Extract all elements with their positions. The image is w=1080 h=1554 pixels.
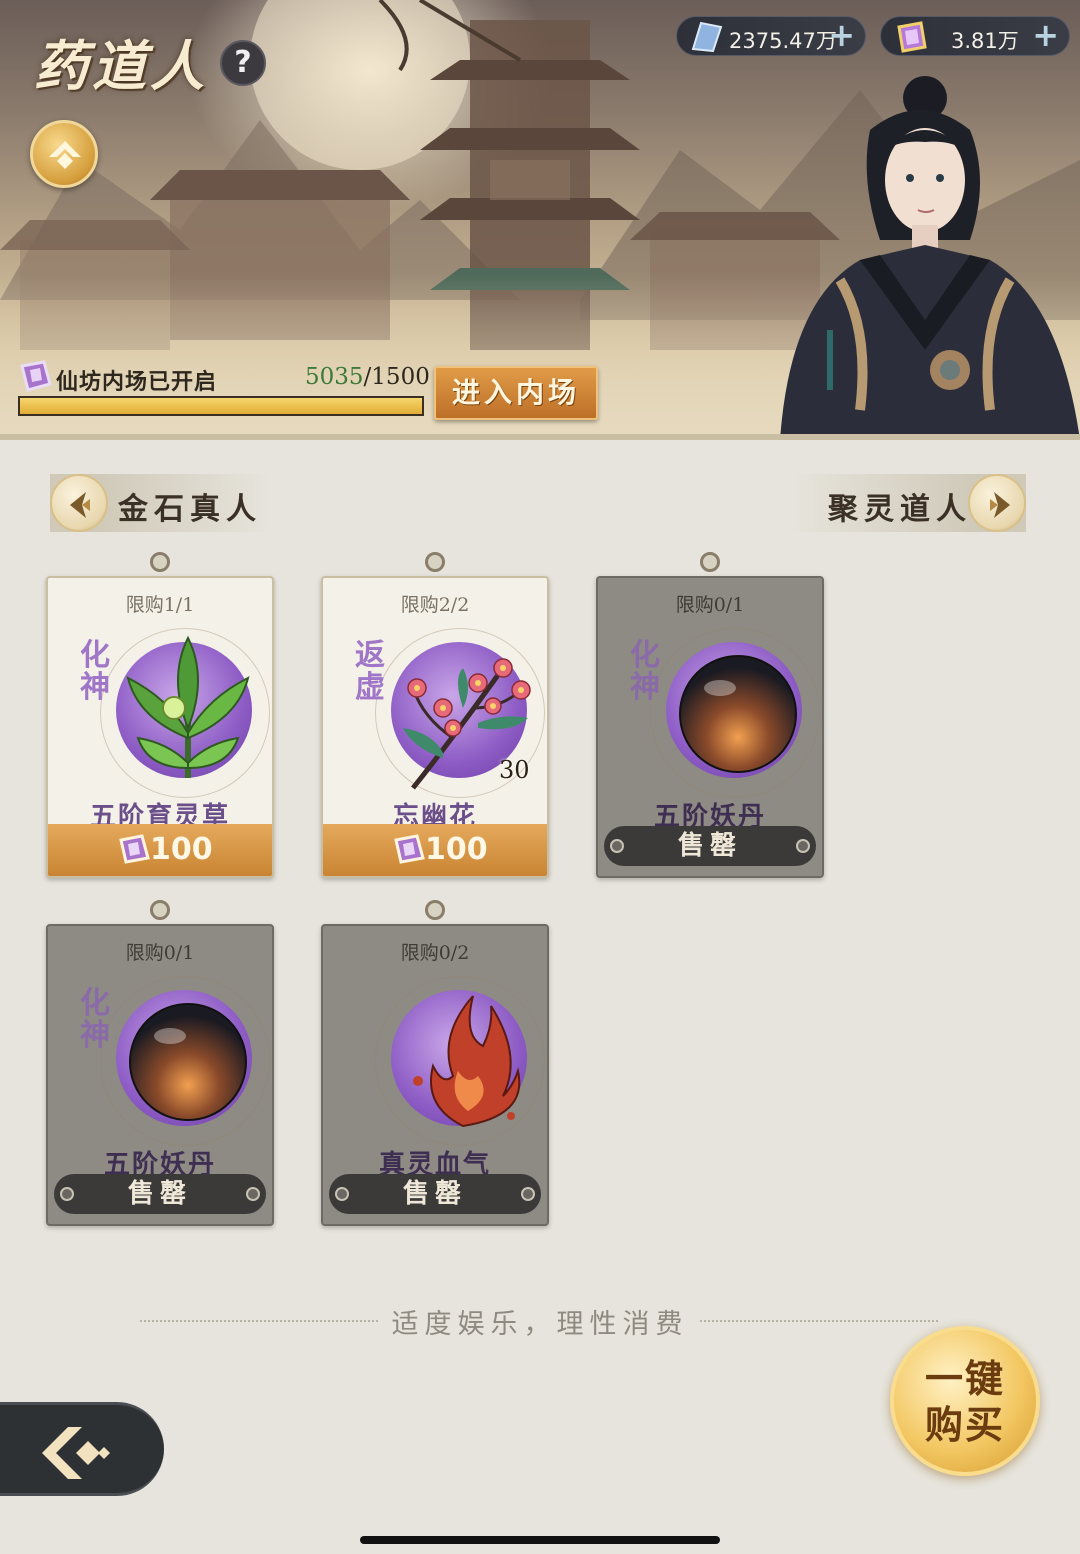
shop-item-card[interactable]: 限购1/1 化神 五阶育灵草 100 [46,552,274,878]
back-arrow-icon [42,1427,110,1479]
home-indicator [360,1536,720,1544]
item-tier: 化神 [80,638,110,705]
shop-item-card: 限购0/2 真灵血气 售罄 [321,900,549,1226]
prev-arrow-button[interactable] [50,474,108,532]
jade-token-icon [897,21,927,53]
item-price: 100 [150,832,213,867]
enter-inner-market-button[interactable]: 进入内场 [434,366,598,420]
buy-all-label-line1: 一键 [924,1356,1005,1401]
badge-dot [610,839,624,853]
currency-spirit-value: 2375.47万 [729,29,837,53]
shop-item-card: 限购0/1 化神 五阶妖丹 售罄 [46,900,274,1226]
badge-dot [60,1187,74,1201]
chevron-left-icon [70,492,90,518]
header-scene: 药道人 ? 2375.47万 + 3.81万 + 仙坊内场已开启 5035/15… [0,0,1080,440]
item-tier: 化神 [80,986,110,1053]
demon-core-icon [679,655,797,773]
buy-all-button[interactable]: 一键 购买 [890,1326,1040,1476]
card-frame: 限购0/2 真灵血气 售罄 [321,924,549,1226]
card-frame: 限购1/1 化神 五阶育灵草 100 [46,576,274,878]
back-button[interactable] [0,1402,164,1496]
buy-all-label-line2: 购买 [924,1402,1005,1447]
item-tier: 化神 [630,638,660,705]
next-arrow-button[interactable] [968,474,1026,532]
card-hook [150,552,170,572]
currency-jade: 3.81万 + [880,16,1070,56]
sold-out-label: 售罄 [402,1179,467,1209]
item-quantity: 30 [499,756,530,784]
inner-market-status: 仙坊内场已开启 [56,369,218,395]
card-frame: 限购2/2 返虚 30 忘幽花 100 [321,576,549,878]
merchant-character-portrait [780,76,1080,434]
purchase-limit: 限购0/2 [400,942,470,964]
herb-icon [126,635,250,778]
shop-item-card[interactable]: 限购2/2 返虚 30 忘幽花 100 [321,552,549,878]
add-jade-button[interactable]: + [1032,19,1059,51]
purchase-limit: 限购0/1 [125,942,195,964]
market-progress-current: 5035 [305,364,364,390]
market-progress-fill [20,398,422,414]
next-merchant-label: 聚灵道人 [828,492,972,527]
prev-merchant-nav[interactable]: 金石真人 [50,474,270,532]
card-frame: 限购0/1 化神 五阶妖丹 售罄 [596,576,824,878]
jade-token-icon [119,834,150,864]
jade-token-icon [394,834,425,864]
purchase-limit: 限购0/1 [675,594,745,616]
badge-dot [796,839,810,853]
demon-core-icon [129,1003,247,1121]
currency-spirit-stone: 2375.47万 + [676,16,866,56]
notice-divider-right [700,1320,938,1322]
badge-dot [335,1187,349,1201]
sold-out-badge: 售罄 [604,826,816,866]
market-progress-total: /1500 [363,364,430,390]
sold-out-badge: 售罄 [54,1174,266,1214]
currency-jade-value: 3.81万 [951,29,1019,53]
card-hook [425,552,445,572]
shop-item-card: 限购0/1 化神 五阶妖丹 售罄 [596,552,824,878]
jade-token-icon [20,360,52,392]
purchase-limit: 限购1/1 [125,594,195,616]
buy-price-button[interactable]: 100 [48,824,272,876]
card-hook [150,900,170,920]
home-button[interactable] [30,120,98,188]
help-button[interactable]: ? [220,40,266,86]
sold-out-badge: 售罄 [329,1174,541,1214]
blood-flame-icon [413,995,521,1128]
badge-dot [246,1187,260,1201]
market-progress-count: 5035/1500 [305,364,430,390]
item-tier: 返虚 [355,638,385,705]
buy-price-button[interactable]: 100 [323,824,547,876]
sold-out-label: 售罄 [677,831,742,861]
add-spirit-stone-button[interactable]: + [828,19,855,51]
sold-out-label: 售罄 [127,1179,192,1209]
card-hook [425,900,445,920]
chevron-right-icon [990,492,1010,518]
card-frame: 限购0/1 化神 五阶妖丹 售罄 [46,924,274,1226]
item-price: 100 [425,832,488,867]
card-hook [700,552,720,572]
next-merchant-nav[interactable]: 聚灵道人 [790,474,1026,532]
badge-dot [521,1187,535,1201]
market-progress-bar [18,396,424,416]
home-icon [49,141,81,169]
purchase-limit: 限购2/2 [400,594,470,616]
prev-merchant-label: 金石真人 [118,492,262,527]
page-title: 药道人 [34,34,208,98]
crystal-icon [691,21,723,53]
